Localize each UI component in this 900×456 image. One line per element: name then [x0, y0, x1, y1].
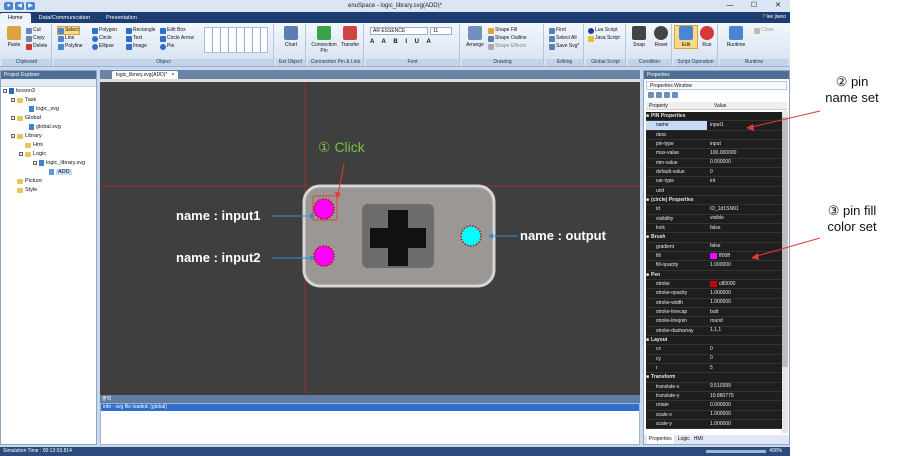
pin-fill-arrow-line — [756, 237, 821, 257]
pin-fill-arrow-head — [751, 253, 759, 260]
pin-name-arrow-head — [746, 124, 754, 131]
pin-name-arrow-line — [751, 110, 821, 128]
annotation-arrows — [746, 110, 821, 260]
